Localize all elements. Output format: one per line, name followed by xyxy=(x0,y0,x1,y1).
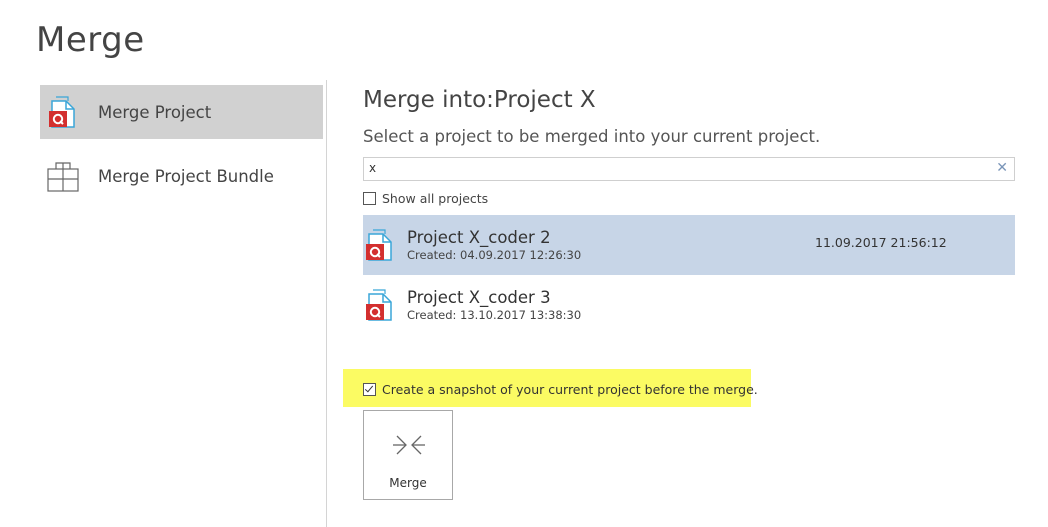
sidebar-item-label: Merge Project Bundle xyxy=(98,166,274,186)
project-file-icon xyxy=(44,93,82,131)
show-all-projects-label: Show all projects xyxy=(382,190,489,206)
page-title: Merge xyxy=(36,20,145,60)
merge-arrows-icon xyxy=(393,435,425,455)
project-text: Project X_coder 2 Created: 04.09.2017 12… xyxy=(407,228,581,263)
project-list-item[interactable]: Project X_coder 3 Created: 13.10.2017 13… xyxy=(363,275,1015,335)
main-panel: Merge into:Project X Select a project to… xyxy=(343,85,1015,500)
project-modified-date: 11.09.2017 21:56:12 xyxy=(815,235,947,250)
merge-instructions: Select a project to be merged into your … xyxy=(363,127,821,146)
project-list-item[interactable]: Project X_coder 2 Created: 04.09.2017 12… xyxy=(363,215,1015,275)
snapshot-checkbox[interactable] xyxy=(363,383,376,396)
project-text: Project X_coder 3 Created: 13.10.2017 13… xyxy=(407,288,581,323)
project-name: Project X_coder 2 xyxy=(407,227,551,247)
sidebar-item-merge-project[interactable]: Merge Project xyxy=(40,85,323,139)
sidebar: Merge Project Merge Project Bundle xyxy=(40,85,323,203)
project-created-date: Created: 04.09.2017 12:26:30 xyxy=(407,247,582,262)
sidebar-item-label: Merge Project xyxy=(98,102,212,122)
project-name: Project X_coder 3 xyxy=(407,287,551,307)
project-list: Project X_coder 2 Created: 04.09.2017 12… xyxy=(363,215,1015,335)
bundle-icon xyxy=(44,157,82,195)
project-file-icon xyxy=(363,227,397,263)
merge-button-label: Merge xyxy=(389,476,427,490)
snapshot-option-row[interactable]: Create a snapshot of your current projec… xyxy=(363,382,758,397)
snapshot-label: Create a snapshot of your current projec… xyxy=(382,382,758,397)
merge-button[interactable]: Merge xyxy=(363,410,453,500)
show-all-projects-checkbox[interactable] xyxy=(363,191,376,205)
clear-search-icon[interactable]: ✕ xyxy=(996,159,1008,177)
search-box: ✕ xyxy=(363,157,1015,181)
sidebar-item-merge-project-bundle[interactable]: Merge Project Bundle xyxy=(40,149,323,203)
merge-page: Merge Merge Project Merge Project Bundle… xyxy=(0,0,1048,527)
search-input[interactable] xyxy=(364,158,989,178)
project-file-icon xyxy=(363,287,397,323)
vertical-divider xyxy=(326,80,327,527)
show-all-projects-row[interactable]: Show all projects xyxy=(363,188,1015,208)
merge-into-heading: Merge into:Project X xyxy=(363,87,596,113)
project-created-date: Created: 13.10.2017 13:38:30 xyxy=(407,307,582,322)
